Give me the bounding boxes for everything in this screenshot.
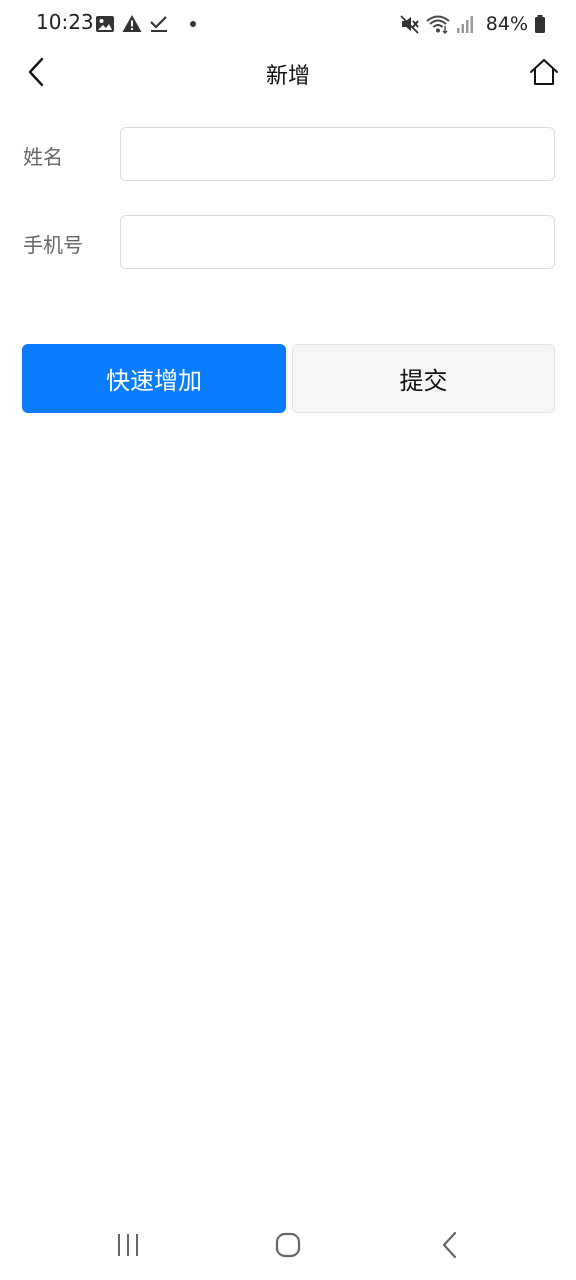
warning-icon bbox=[122, 15, 142, 32]
nav-back-button[interactable] bbox=[430, 1228, 470, 1262]
status-left-icons bbox=[95, 12, 196, 36]
recent-apps-button[interactable] bbox=[108, 1228, 148, 1262]
check-icon bbox=[150, 16, 167, 32]
name-row: 姓名 bbox=[0, 127, 576, 183]
phone-label: 手机号 bbox=[23, 233, 83, 257]
system-nav-bar bbox=[0, 1210, 576, 1280]
battery-percent: 84% bbox=[485, 13, 528, 35]
phone-row: 手机号 bbox=[0, 215, 576, 271]
name-label: 姓名 bbox=[23, 145, 63, 169]
dot-icon bbox=[190, 21, 196, 27]
wifi-icon bbox=[426, 15, 450, 34]
phone-input[interactable] bbox=[120, 215, 555, 269]
name-input[interactable] bbox=[120, 127, 555, 181]
submit-button[interactable]: 提交 bbox=[292, 344, 555, 413]
header: 新增 bbox=[0, 48, 576, 96]
signal-icon bbox=[456, 16, 473, 33]
gallery-icon bbox=[96, 16, 114, 32]
status-right-icons: 84% bbox=[400, 12, 546, 36]
status-time: 10:23 bbox=[36, 10, 94, 34]
home-icon bbox=[275, 1232, 301, 1258]
quick-add-button[interactable]: 快速增加 bbox=[22, 344, 286, 413]
home-icon bbox=[530, 59, 558, 85]
home-button[interactable] bbox=[526, 54, 562, 90]
back-icon bbox=[442, 1231, 457, 1259]
page-title: 新增 bbox=[265, 64, 310, 89]
recent-apps-icon bbox=[118, 1234, 138, 1256]
mute-icon bbox=[400, 15, 419, 34]
battery-icon bbox=[535, 15, 545, 33]
status-bar: 10:23 84% bbox=[0, 0, 576, 48]
nav-home-button[interactable] bbox=[268, 1228, 308, 1262]
